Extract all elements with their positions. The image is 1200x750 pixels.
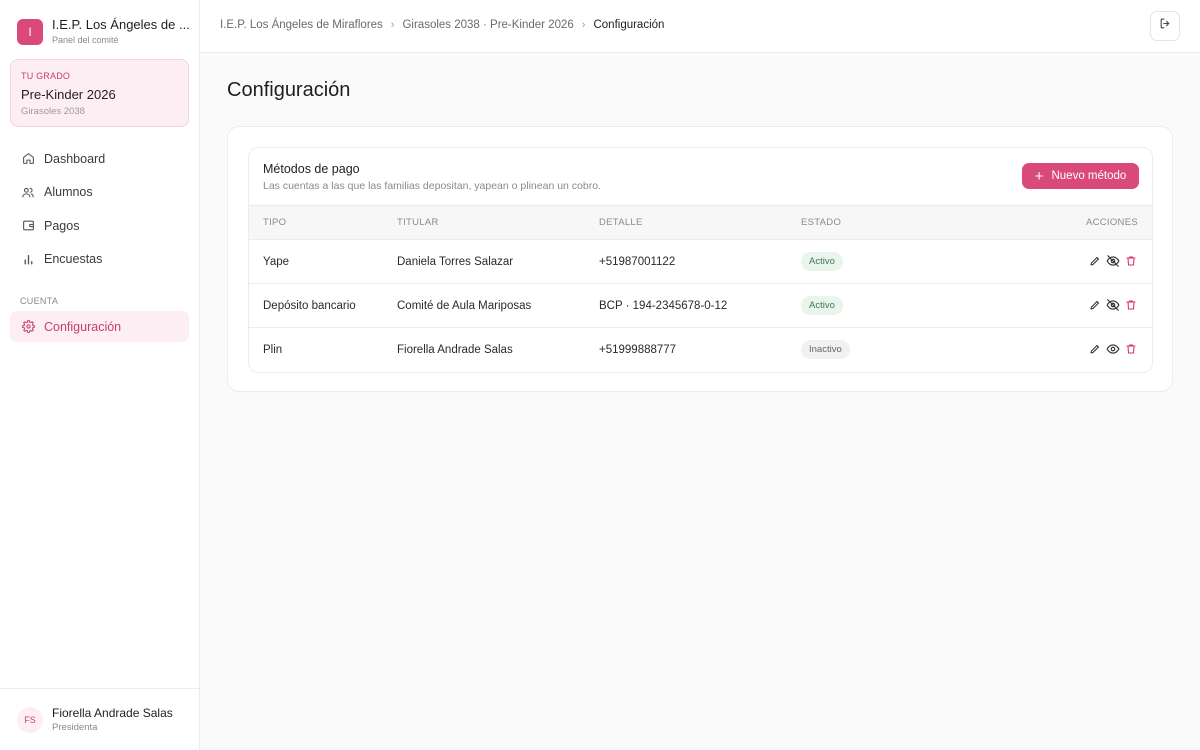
- brand-subtitle: Panel del comité: [52, 35, 119, 45]
- logout-button[interactable]: [1150, 11, 1180, 41]
- new-method-button[interactable]: + Nuevo método: [1022, 163, 1139, 189]
- new-method-label: Nuevo método: [1051, 170, 1127, 182]
- grade-subtitle: Girasoles 2038: [21, 106, 85, 117]
- grade-kicker: TU GRADO: [21, 71, 71, 81]
- sidebar-item-pagos[interactable]: Pagos: [10, 210, 189, 241]
- chevron-right-icon: ›: [581, 19, 586, 31]
- trash-icon[interactable]: [1124, 254, 1138, 268]
- payment-methods-table: TIPO TITULAR DETALLE ESTADO ACCIONES Yap…: [249, 205, 1152, 372]
- breadcrumb-current: Configuración: [593, 19, 665, 31]
- eye-icon[interactable]: [1106, 342, 1120, 356]
- grade-card[interactable]: TU GRADO Pre-Kinder 2026 Girasoles 2038: [10, 59, 189, 127]
- grade-name: Pre-Kinder 2026: [21, 87, 116, 102]
- chevron-right-icon: ›: [390, 19, 395, 31]
- settings-card: Métodos de pago Las cuentas a las que la…: [227, 126, 1173, 392]
- brand[interactable]: I I.E.P. Los Ángeles de ... Panel del co…: [17, 17, 192, 47]
- column-header-acciones: ACCIONES: [951, 205, 1152, 240]
- table-row: Plin Fiorella Andrade Salas +51999888777…: [249, 327, 1152, 372]
- sidebar-item-label: Alumnos: [44, 185, 93, 199]
- sidebar-item-label: Dashboard: [44, 151, 106, 166]
- eye-off-icon[interactable]: [1106, 298, 1120, 312]
- user-name: Fiorella Andrade Salas: [52, 705, 173, 720]
- logout-icon: [1159, 17, 1172, 35]
- plus-icon: +: [1034, 167, 1044, 185]
- sidebar-item-label: Configuración: [44, 319, 122, 334]
- edit-icon[interactable]: [1088, 298, 1102, 312]
- cell-detalle: +51999888777: [599, 327, 801, 372]
- eye-off-icon[interactable]: [1106, 254, 1120, 268]
- cell-titular: Fiorella Andrade Salas: [397, 327, 599, 372]
- column-header-titular: TITULAR: [397, 205, 599, 240]
- user-role: Presidenta: [52, 721, 98, 733]
- avatar: FS: [17, 706, 43, 733]
- edit-icon[interactable]: [1088, 254, 1102, 268]
- gear-icon: [21, 320, 35, 334]
- section-title: Métodos de pago: [263, 162, 360, 176]
- table-row: Depósito bancario Comité de Aula Maripos…: [249, 283, 1152, 328]
- table-header-row: TIPO TITULAR DETALLE ESTADO ACCIONES: [249, 205, 1152, 240]
- home-icon: [21, 152, 35, 166]
- breadcrumb: I.E.P. Los Ángeles de Miraflores › Giras…: [220, 19, 664, 31]
- page-title: Configuración: [227, 79, 351, 101]
- cell-tipo: Depósito bancario: [249, 283, 397, 328]
- sidebar: I I.E.P. Los Ángeles de ... Panel del co…: [0, 0, 200, 750]
- user-profile[interactable]: FS Fiorella Andrade Salas Presidenta: [0, 688, 199, 750]
- sidebar-item-dashboard[interactable]: Dashboard: [10, 143, 189, 174]
- table-row: Yape Daniela Torres Salazar +51987001122…: [249, 239, 1152, 284]
- brand-title: I.E.P. Los Ángeles de ...: [52, 17, 190, 32]
- column-header-estado: ESTADO: [801, 205, 951, 240]
- trash-icon[interactable]: [1124, 342, 1138, 356]
- status-badge: Activo: [801, 252, 843, 271]
- cell-titular: Comité de Aula Mariposas: [397, 283, 599, 328]
- column-header-detalle: DETALLE: [599, 205, 801, 240]
- section-subtitle: Las cuentas a las que las familias depos…: [263, 180, 601, 192]
- sidebar-item-alumnos[interactable]: Alumnos: [10, 177, 189, 208]
- cell-detalle: +51987001122: [599, 239, 801, 284]
- payment-methods-card: Métodos de pago Las cuentas a las que la…: [248, 147, 1153, 373]
- breadcrumb-school[interactable]: I.E.P. Los Ángeles de Miraflores: [220, 19, 383, 31]
- bar-chart-icon: [21, 252, 35, 266]
- sidebar-nav: Dashboard Alumnos Pagos Encuestas: [10, 143, 189, 277]
- status-badge: Activo: [801, 296, 843, 315]
- cell-tipo: Plin: [249, 327, 397, 372]
- edit-icon[interactable]: [1088, 342, 1102, 356]
- sidebar-item-configuracion[interactable]: Configuración: [10, 311, 189, 342]
- sidebar-item-label: Pagos: [44, 218, 80, 233]
- wallet-icon: [21, 219, 35, 233]
- status-badge: Inactivo: [801, 340, 850, 360]
- cell-detalle: BCP · 194-2345678-0-12: [599, 283, 801, 328]
- trash-icon[interactable]: [1124, 298, 1138, 312]
- column-header-tipo: TIPO: [249, 205, 397, 240]
- cell-titular: Daniela Torres Salazar: [397, 239, 599, 284]
- topbar: I.E.P. Los Ángeles de Miraflores › Giras…: [200, 0, 1200, 53]
- brand-logo: I: [17, 19, 43, 45]
- cell-tipo: Yape: [249, 239, 397, 284]
- sidebar-item-encuestas[interactable]: Encuestas: [10, 244, 189, 275]
- users-icon: [21, 185, 35, 199]
- nav-section-label: CUENTA: [20, 296, 59, 306]
- breadcrumb-grade[interactable]: Girasoles 2038 · Pre-Kinder 2026: [402, 19, 573, 31]
- sidebar-item-label: Encuestas: [44, 252, 103, 266]
